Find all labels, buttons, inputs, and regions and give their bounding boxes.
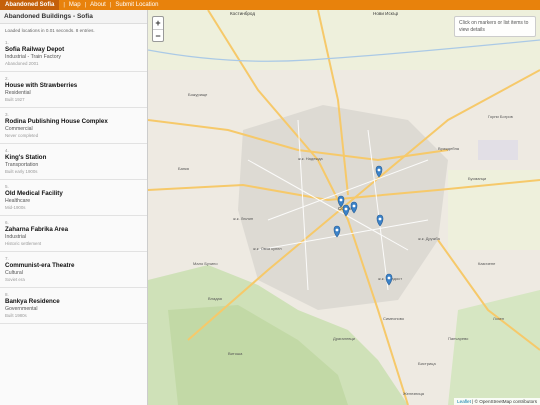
nav-link-map[interactable]: Map [69,0,81,10]
item-note: Never completed [5,133,39,138]
brand-link[interactable]: Abandoned Sofia [0,0,60,10]
label-novi-iskar: Нови Искър [373,11,399,16]
location-list-item[interactable]: 6. Zaharna Fabrika Area Industrial Histo… [0,216,147,252]
item-category: Commercial [5,126,33,132]
item-name[interactable]: House with Strawberries [5,82,142,89]
nav-separator: | [63,2,65,8]
item-number: 5. [5,184,9,189]
label-dragalevtsi: Драгалевци [333,336,355,341]
item-note: Mid-1900s [5,205,26,210]
airport-area [478,140,518,160]
item-note: Soviet era [5,277,25,282]
item-number: 4. [5,148,9,153]
item-note: Historic settlement [5,241,42,246]
locations-sidebar: Abandoned Buildings - Sofia Loaded locat… [0,10,148,405]
location-list-item[interactable]: 2. House with Strawberries Residential B… [0,72,147,108]
label-druzhba: ж.к. Дружба [418,236,441,241]
label-simeonovo: Симеоново [383,316,405,321]
item-number: 7. [5,256,9,261]
location-list-item[interactable]: 3. Rodina Publishing House Complex Comme… [0,108,147,144]
nav-link-submit-location[interactable]: Submit Location [115,0,158,10]
zoom-in-button[interactable]: + [153,17,163,29]
item-category: Governmental [5,306,38,312]
item-category: Transportation [5,162,39,168]
label-ovcha-kupel: ж.к. Овча купел [253,246,282,251]
item-name[interactable]: Communist-era Theatre [5,262,142,269]
leaflet-link[interactable]: Leaflet [457,399,471,404]
map-attribution: Leaflet | © OpenStreetMap contributors [454,398,540,405]
nav-separator: | [84,2,87,8]
item-category: Healthcare [5,198,31,204]
label-kazichene: Казичене [478,261,496,266]
item-category: Industrial - Train Factory [5,54,61,60]
top-navigation-bar: Abandoned Sofia | Map | About | Submit L… [0,0,540,10]
item-name[interactable]: Rodina Publishing House Complex [5,118,142,125]
label-busmantsi: Бусманци [468,176,486,181]
zoom-out-button[interactable]: − [153,29,163,41]
location-list-item[interactable]: 1. Sofia Railway Depot Industrial - Trai… [0,36,147,72]
label-kostinbrod: Костинброд [230,11,255,16]
nav-separator: | [109,2,112,8]
label-gorni-bogrov: Горни Богров [488,114,513,119]
label-lozen: Лозен [493,316,504,321]
label-bozhurishte: Божурище [188,92,208,97]
item-name[interactable]: Sofia Railway Depot [5,46,142,53]
label-bistritsa: Бистрица [418,361,436,366]
item-note: Built 1927 [5,97,25,102]
item-note: Abandoned 2001 [5,61,39,66]
item-note: Built early 1900s [5,169,38,174]
map-tiles[interactable]: Костинброд Нови Искър Божурище София Бан… [148,10,540,405]
location-list-item[interactable]: 5. Old Medical Facility Healthcare Mid-1… [0,180,147,216]
item-category: Residential [5,90,31,96]
location-list-item[interactable]: 7. Communist-era Theatre Cultural Soviet… [0,252,147,288]
map-hint-box: Click on markers or list items to view d… [454,16,536,37]
item-number: 8. [5,292,9,297]
label-bankya: Банкя [178,166,189,171]
sidebar-title: Abandoned Buildings - Sofia [0,10,147,24]
item-note: Built 1980s [5,313,27,318]
label-pancharevo: Панчарево [448,336,469,341]
item-number: 2. [5,76,9,81]
label-vitosha: Витоша [228,351,243,356]
load-status-text: Loaded locations in 0.01 seconds. 8 entr… [5,28,95,33]
zoom-control: + − [152,16,164,42]
item-name[interactable]: Zaharna Fabrika Area [5,226,142,233]
label-malo-buchino: Мало Бучино [193,261,218,266]
location-list-item[interactable]: 4. King's Station Transportation Built e… [0,144,147,180]
item-number: 1. [5,40,9,45]
location-list-item[interactable]: 8. Bankya Residence Governmental Built 1… [0,288,147,324]
osm-attribution-text: | © OpenStreetMap contributors [472,399,537,404]
label-nadezhda: ж.к. Надежда [298,156,323,161]
item-category: Cultural [5,270,23,276]
label-vladaya: Владая [208,296,222,301]
label-zheleznitsa: Железница [403,391,425,396]
item-name[interactable]: King's Station [5,154,142,161]
item-category: Industrial [5,234,27,240]
item-name[interactable]: Bankya Residence [5,298,142,305]
item-number: 3. [5,112,9,117]
label-lyulin: ж.к. Люлин [233,216,253,221]
item-name[interactable]: Old Medical Facility [5,190,142,197]
nav-link-about[interactable]: About [90,0,106,10]
item-number: 6. [5,220,9,225]
label-vrazhdebna: Враждебна [438,146,460,151]
map-view[interactable]: Костинброд Нови Искър Божурище София Бан… [148,10,540,405]
